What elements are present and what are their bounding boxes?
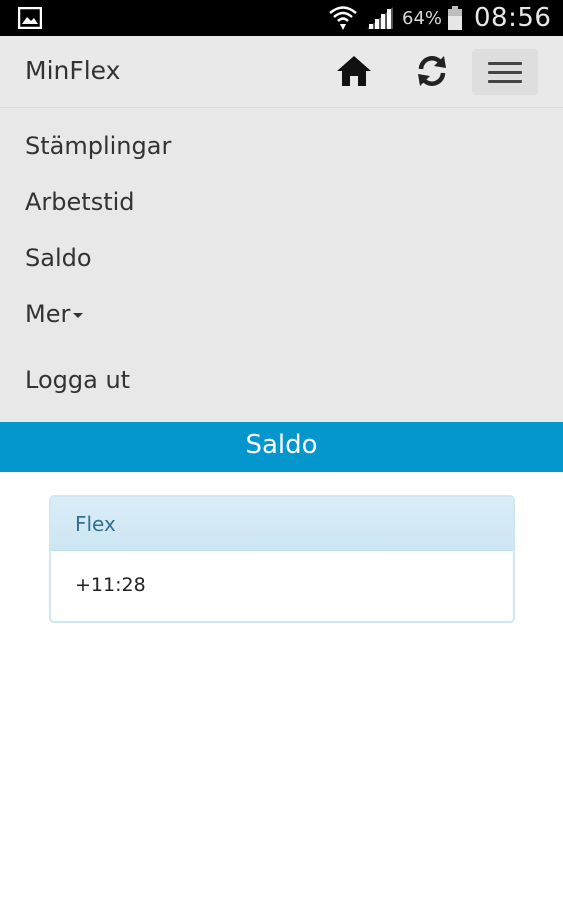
caret-down-icon <box>73 312 84 318</box>
flex-balance-value: +11:28 <box>75 574 146 596</box>
home-icon[interactable] <box>335 54 373 88</box>
hamburger-bar <box>488 80 522 83</box>
hamburger-bar <box>488 71 522 74</box>
menu-item-mer-label: Mer <box>25 300 71 328</box>
menu-item-logga-ut[interactable]: Logga ut <box>25 366 130 394</box>
menu-item-arbetstid[interactable]: Arbetstid <box>25 188 135 216</box>
page-title-bar: Saldo <box>0 422 563 472</box>
nav-menu: Stämplingar Arbetstid Saldo Mer Logga ut <box>0 108 563 422</box>
panel-heading: Flex <box>51 497 513 551</box>
cell-signal-icon <box>365 6 395 30</box>
page-title: Saldo <box>245 430 318 460</box>
brand-title[interactable]: MinFlex <box>25 56 120 85</box>
hamburger-bar <box>488 62 522 65</box>
clock: 08:56 <box>474 3 552 33</box>
menu-item-saldo[interactable]: Saldo <box>25 244 92 272</box>
status-bar: 64% 08:56 <box>0 0 563 36</box>
hamburger-menu-icon[interactable] <box>472 49 538 95</box>
menu-item-mer-dropdown[interactable]: Mer <box>25 300 84 328</box>
menu-item-stamplingar[interactable]: Stämplingar <box>25 132 171 160</box>
wifi-icon <box>328 4 358 32</box>
battery-icon <box>447 6 463 30</box>
panel-title: Flex <box>75 512 116 536</box>
flex-panel: Flex +11:28 <box>49 495 515 623</box>
refresh-icon[interactable] <box>413 53 451 89</box>
gallery-notification-icon <box>17 6 43 30</box>
battery-percent: 64% <box>402 8 443 29</box>
navbar: MinFlex <box>0 36 563 108</box>
